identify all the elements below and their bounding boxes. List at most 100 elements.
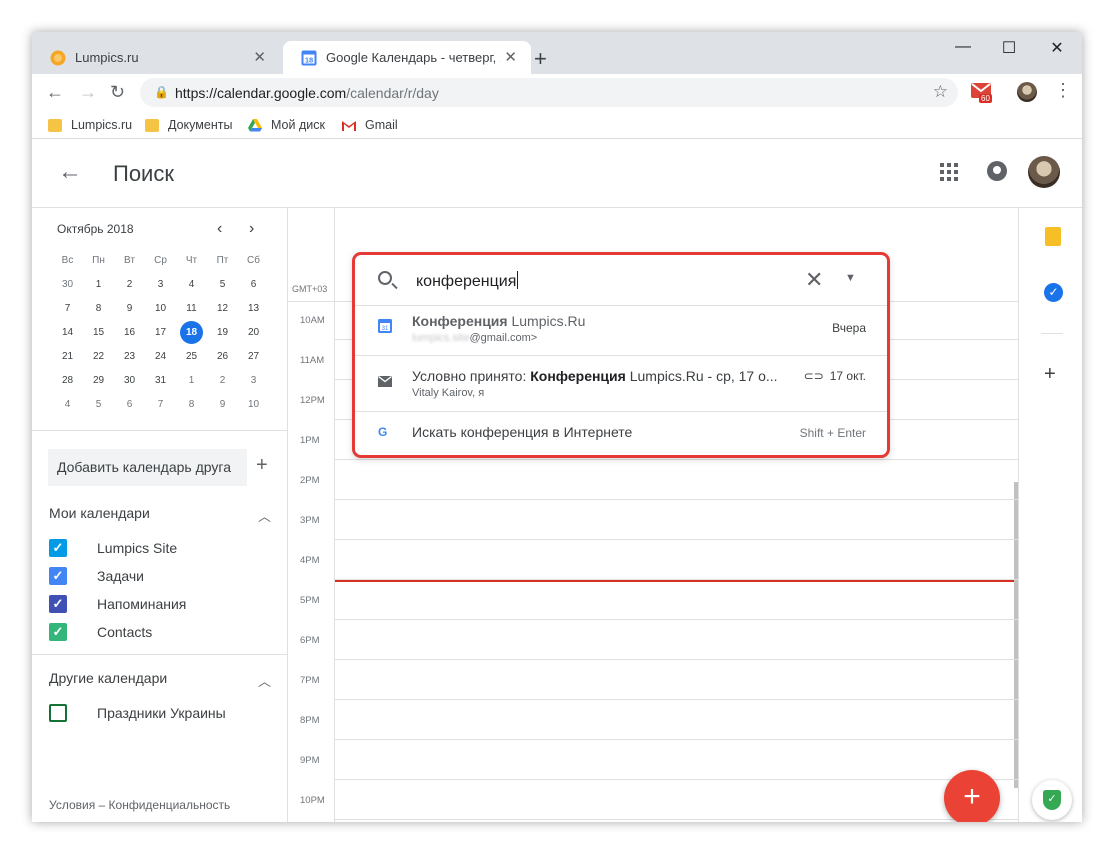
maximize-icon[interactable]: ☐ (986, 38, 1032, 58)
weekday-label: Пн (92, 254, 105, 266)
mini-day[interactable]: 15 (83, 327, 114, 338)
side-panel: ✓ + (1018, 208, 1082, 822)
mini-day[interactable]: 13 (238, 303, 269, 314)
mini-day[interactable]: 21 (52, 351, 83, 362)
mini-day[interactable]: 10 (238, 399, 269, 410)
bookmark-gmail[interactable]: Gmail (342, 118, 398, 132)
mini-day[interactable]: 25 (176, 351, 207, 362)
address-bar[interactable]: 🔒 https://calendar.google.com/calendar/r… (140, 78, 958, 107)
add-friend-calendar-input[interactable]: Добавить календарь друга (48, 449, 247, 486)
bookmark-documents[interactable]: Документы (145, 118, 232, 132)
extension-badge: 60 (979, 94, 992, 103)
calendar-item-contacts[interactable]: ✓ Contacts (49, 622, 152, 642)
mini-day[interactable]: 6 (114, 399, 145, 410)
calendar-item-reminders[interactable]: ✓ Напоминания (49, 594, 186, 614)
checkbox-unchecked-icon[interactable] (49, 704, 67, 722)
lock-icon[interactable]: 🔒 (154, 85, 169, 99)
mini-day[interactable]: 29 (83, 375, 114, 386)
divider (32, 430, 288, 431)
tab-strip: Lumpics.ru ✕ 18 Google Календарь - четве… (32, 32, 1082, 74)
new-tab-icon[interactable]: + (534, 46, 547, 72)
tasks-icon[interactable]: ✓ (1044, 283, 1063, 302)
mini-day[interactable]: 24 (145, 351, 176, 362)
mini-day[interactable]: 4 (176, 279, 207, 290)
mini-day[interactable]: 16 (114, 327, 145, 338)
prev-month-icon[interactable]: ‹ (217, 220, 222, 238)
collapse-chevron-icon[interactable]: ︿ (258, 506, 271, 525)
reload-icon[interactable]: ↻ (110, 82, 125, 103)
mini-day[interactable]: 31 (145, 375, 176, 386)
back-arrow-icon[interactable]: ← (58, 158, 82, 186)
mini-day[interactable]: 9 (114, 303, 145, 314)
mini-day[interactable]: 19 (207, 327, 238, 338)
footer-links[interactable]: Условия – Конфиденциальность (49, 798, 230, 812)
mini-day[interactable]: 23 (114, 351, 145, 362)
collapse-chevron-icon[interactable]: ︿ (258, 671, 271, 690)
back-icon[interactable]: ← (46, 82, 64, 103)
mini-day-today[interactable]: 18 (176, 320, 207, 344)
other-calendars-title[interactable]: Другие календари (49, 670, 167, 686)
menu-icon[interactable]: ⋮ (1054, 80, 1072, 101)
mini-day[interactable]: 2 (207, 375, 238, 386)
keep-icon[interactable] (1045, 227, 1061, 246)
mini-day[interactable]: 26 (207, 351, 238, 362)
bookmark-drive[interactable]: Мой диск (248, 118, 325, 132)
mini-day[interactable]: 2 (114, 279, 145, 290)
mini-day[interactable]: 11 (176, 303, 207, 314)
next-month-icon[interactable]: › (249, 220, 254, 238)
account-avatar[interactable] (1028, 156, 1060, 188)
mini-day[interactable]: 3 (145, 279, 176, 290)
mini-day[interactable]: 27 (238, 351, 269, 362)
tab-google-calendar[interactable]: 18 Google Календарь - четверг, 18 октябр… (283, 41, 531, 74)
mini-day[interactable]: 1 (176, 375, 207, 386)
apps-grid-icon[interactable] (940, 163, 958, 181)
mini-day[interactable]: 20 (238, 327, 269, 338)
mini-day[interactable]: 4 (52, 399, 83, 410)
mini-day[interactable]: 1 (83, 279, 114, 290)
mini-day[interactable]: 22 (83, 351, 114, 362)
checkbox-checked-icon[interactable]: ✓ (49, 567, 67, 585)
minimize-icon[interactable]: — (940, 38, 986, 56)
checkbox-checked-icon[interactable]: ✓ (49, 539, 67, 557)
mini-day[interactable]: 30 (114, 375, 145, 386)
calendar-label: Lumpics Site (97, 540, 178, 556)
mini-day[interactable]: 6 (238, 279, 269, 290)
browser-window: Lumpics.ru ✕ 18 Google Календарь - четве… (32, 32, 1082, 822)
checkbox-checked-icon[interactable]: ✓ (49, 595, 67, 613)
mini-day[interactable]: 8 (83, 303, 114, 314)
mini-day[interactable]: 8 (176, 399, 207, 410)
bookmark-lumpics[interactable]: Lumpics.ru (48, 118, 132, 132)
profile-avatar[interactable] (1017, 82, 1037, 102)
mini-day[interactable]: 30 (52, 279, 83, 290)
add-calendar-plus-icon[interactable]: + (256, 454, 268, 477)
close-tab-icon[interactable]: ✕ (253, 48, 266, 66)
close-tab-icon[interactable]: ✕ (504, 48, 517, 66)
mini-day[interactable]: 10 (145, 303, 176, 314)
forward-icon[interactable]: → (79, 82, 97, 103)
checkbox-checked-icon[interactable]: ✓ (49, 623, 67, 641)
create-event-button[interactable]: + (944, 770, 1000, 822)
mini-day[interactable]: 9 (207, 399, 238, 410)
tab-lumpics[interactable]: Lumpics.ru ✕ (32, 41, 280, 74)
calendar-item-tasks[interactable]: ✓ Задачи (49, 566, 144, 586)
mini-day[interactable]: 5 (83, 399, 114, 410)
mini-day[interactable]: 7 (52, 303, 83, 314)
app-header: ← Поиск (32, 140, 1082, 208)
mini-day[interactable]: 28 (52, 375, 83, 386)
mini-day[interactable]: 3 (238, 375, 269, 386)
mini-day[interactable]: 14 (52, 327, 83, 338)
mini-day[interactable]: 7 (145, 399, 176, 410)
calendar-item-lumpics-site[interactable]: ✓ Lumpics Site (49, 538, 177, 558)
hour-label: 10PM (300, 795, 325, 806)
notifications-icon[interactable] (987, 161, 1007, 181)
gmail-extension-icon[interactable]: 60 (971, 83, 993, 103)
my-calendars-title[interactable]: Мои календари (49, 505, 150, 521)
mini-day[interactable]: 12 (207, 303, 238, 314)
add-addon-plus-icon[interactable]: + (1044, 363, 1056, 386)
security-extension-button[interactable]: ✓ (1032, 780, 1072, 820)
mini-day[interactable]: 17 (145, 327, 176, 338)
bookmark-star-icon[interactable]: ☆ (933, 82, 948, 102)
calendar-item-holidays-ukraine[interactable]: Праздники Украины (49, 703, 226, 723)
mini-day[interactable]: 5 (207, 279, 238, 290)
close-window-icon[interactable]: ✕ (1034, 38, 1080, 58)
